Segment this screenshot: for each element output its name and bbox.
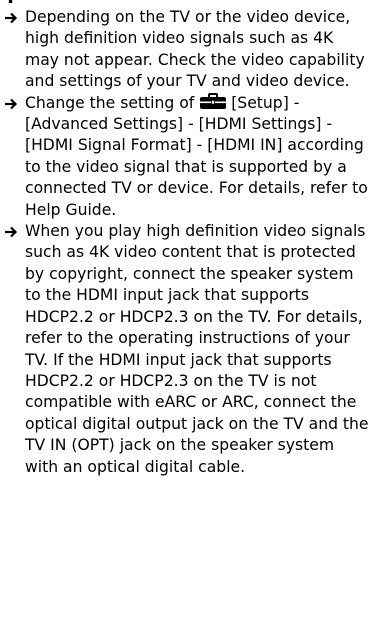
arrow-right-icon xyxy=(5,98,18,109)
list-item: Change the setting of [Setup] - [Advance… xyxy=(0,92,376,221)
list-item-text: Depending on the TV or the video device,… xyxy=(25,8,365,91)
toolbox-icon xyxy=(200,92,227,109)
arrow-right-icon xyxy=(5,226,18,238)
list-item-text-prefix: Change the setting of xyxy=(25,93,200,112)
list-item: When you play high definition video sign… xyxy=(0,221,376,478)
arrow-right-icon xyxy=(5,12,18,24)
list-item: Depending on the TV or the video device,… xyxy=(0,7,376,93)
list-item-text: When you play high definition video sign… xyxy=(25,222,369,476)
list-item-text-suffix: [Setup] - [Advanced Settings] - [HDMI Se… xyxy=(25,93,368,219)
troubleshooting-list: Depending on the TV or the video device,… xyxy=(0,7,376,478)
